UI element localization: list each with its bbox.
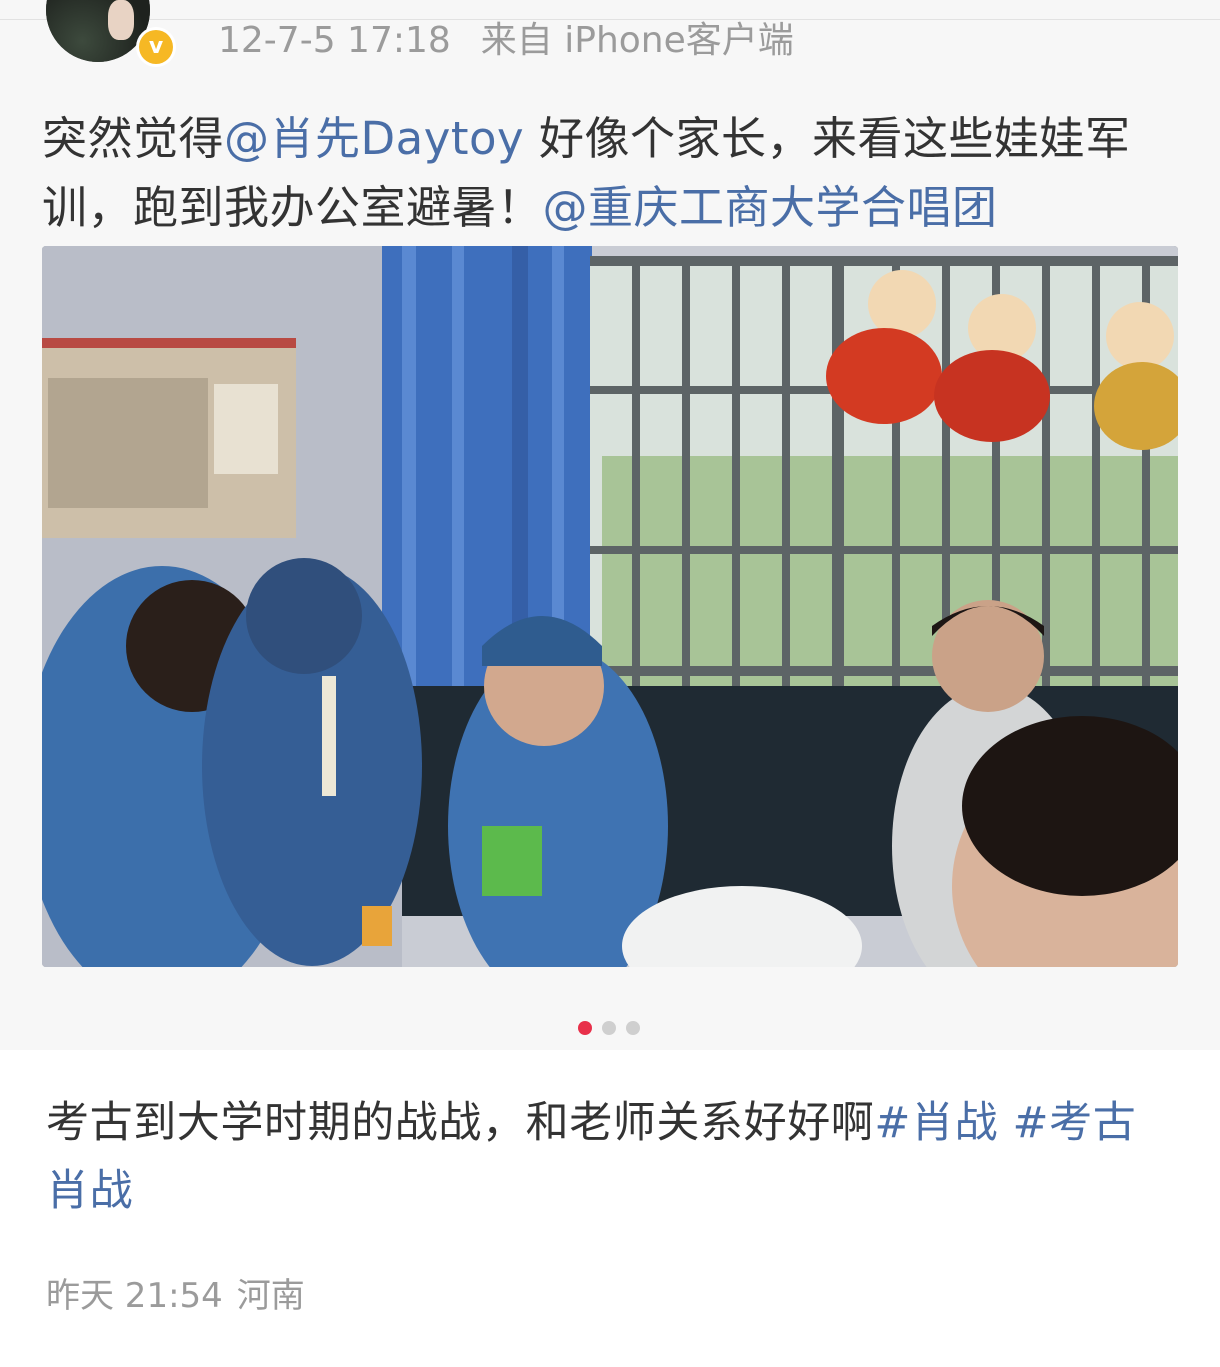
- post-text-part: 考古到大学时期的战战，和老师关系好好啊: [46, 1098, 875, 1148]
- quoted-post-timestamp: 12-7-5 17:18: [218, 20, 451, 61]
- quoted-post-card[interactable]: v 12-7-5 17:18 来自 iPhone客户端 突然觉得@肖先Daytoy…: [0, 0, 1220, 1050]
- carousel-dot[interactable]: [602, 1021, 616, 1035]
- quoted-text-part: 突然觉得: [42, 112, 225, 165]
- post-meta: 昨天 21:54 河南: [46, 1271, 319, 1321]
- post-text: 考古到大学时期的战战，和老师关系好好啊#肖战 #考古肖战: [46, 1089, 1176, 1225]
- post-time: 昨天 21:54: [46, 1276, 223, 1316]
- quoted-post-text: 突然觉得@肖先Daytoy 好像个家长，来看这些娃娃军训，跑到我办公室避暑！@重…: [42, 104, 1182, 242]
- hashtag-link[interactable]: #肖战: [874, 1098, 998, 1148]
- post-text-part: [998, 1098, 1012, 1148]
- quoted-post-source: 来自 iPhone客户端: [480, 20, 794, 61]
- mention-link[interactable]: @重庆工商大学合唱团: [543, 181, 998, 234]
- avatar[interactable]: [46, 0, 150, 62]
- mention-link[interactable]: @肖先Daytoy: [224, 112, 524, 165]
- verified-v-icon: v: [136, 27, 176, 67]
- photo-students-in-office[interactable]: [42, 246, 1178, 967]
- carousel-dot[interactable]: [626, 1021, 640, 1035]
- post-location: 河南: [236, 1276, 305, 1316]
- carousel-dot[interactable]: [578, 1021, 592, 1035]
- quoted-post-meta: 12-7-5 17:18 来自 iPhone客户端: [218, 16, 824, 66]
